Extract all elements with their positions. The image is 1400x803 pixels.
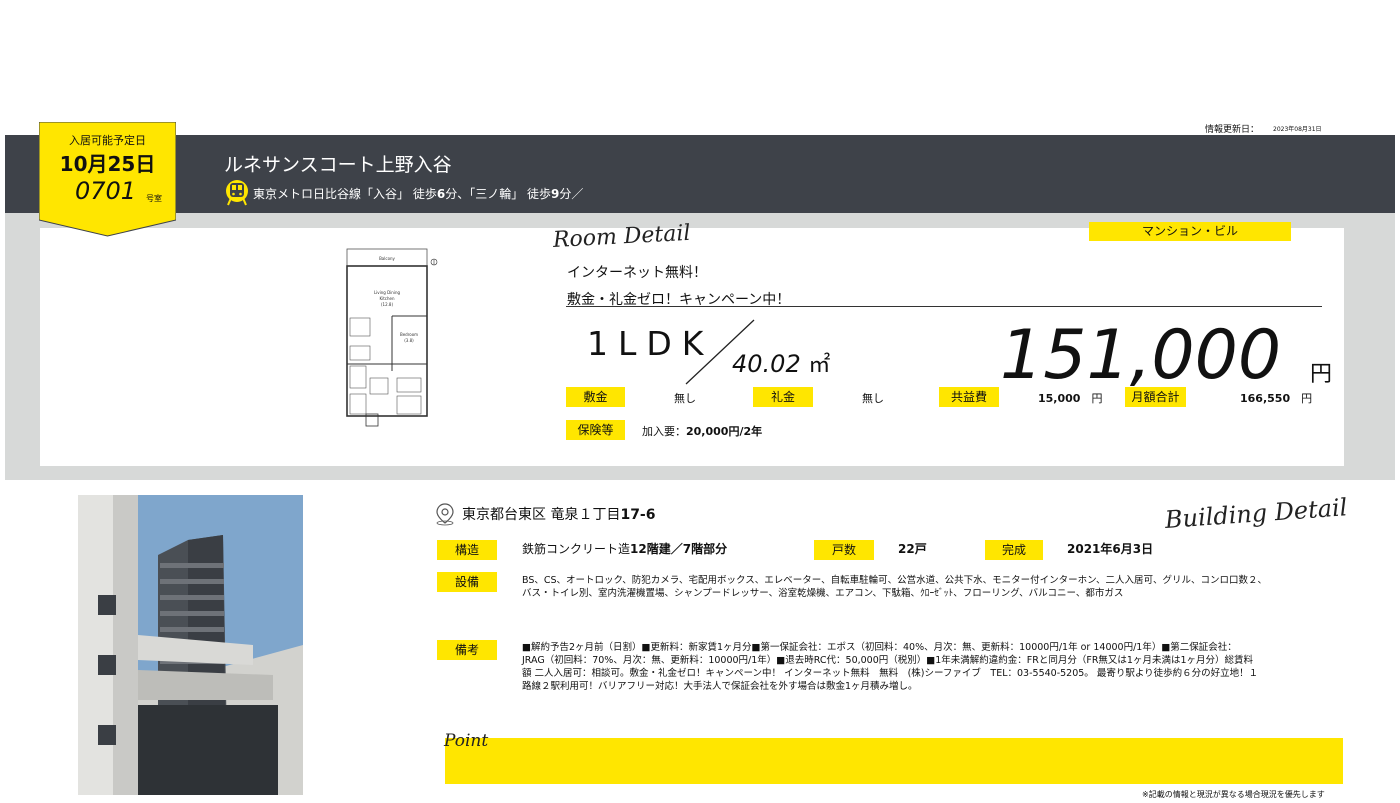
completed-label: 完成 [985, 540, 1043, 560]
point-bar [445, 738, 1343, 784]
building-address: 東京都台東区 竜泉１丁目17-6 [434, 502, 656, 526]
floorplan-bedroom-size: (3.8) [404, 338, 414, 343]
equipment-line-1: BS、CS、オートロック、防犯カメラ、宅配用ボックス、エレベーター、自転車駐輪可… [522, 575, 1268, 586]
floorplan-ldk-label: Living Dining [374, 290, 401, 295]
floorplan-kitchen-label: Kitchen [379, 296, 394, 301]
remarks-line-1: ■解約予告2ヶ月前（日割）■更新料：新家賃1ヶ月分■第一保証会社：エポス（初回料… [522, 642, 1237, 653]
maintenance-amount: 15,000 [1038, 392, 1081, 405]
key-money-label: 礼金 [753, 387, 813, 407]
equipment-line-2: バス・トイレ別、室内洗濯機置場、シャンプードレッサー、浴室乾燥機、エアコン、下駄… [522, 588, 1124, 599]
deposit-value: 無し [674, 392, 696, 405]
remarks-line-3: 額 二人入居可：相談可。敷金・礼金ゼロ！キャンペーン中！ インターネット無料 無… [522, 668, 1259, 679]
maintenance-value: 15,000 円 [1038, 390, 1102, 406]
area-unit: ㎡ [808, 353, 831, 378]
maintenance-label: 共益費 [939, 387, 999, 407]
info-update-label: 情報更新日： [1205, 125, 1260, 135]
insurance-amount: 20,000円/2年 [686, 425, 763, 438]
move-in-badge: 入居可能予定日 10月25日 0701 号室 [39, 122, 176, 237]
rent-unit: 円 [1310, 362, 1333, 387]
divider [566, 306, 1322, 307]
point-title: Point [444, 731, 489, 751]
property-name: ルネサンスコート上野入谷 [224, 154, 452, 176]
room-area: 40.02 ㎡ [732, 347, 830, 379]
address-prefix: 東京都台東区 竜泉１丁目 [462, 507, 621, 523]
structure-value: 鉄筋コンクリート造12階建／7階部分 [522, 543, 727, 556]
access-text-a: 東京メトロ日比谷線「入谷」 徒歩 [253, 186, 437, 201]
floorplan-image: Balcony Living Dining Kitchen (12.8) Bed… [346, 248, 438, 427]
property-type-tag: マンション・ビル [1089, 222, 1291, 241]
total-value: 166,550 円 [1240, 390, 1312, 406]
remarks-label: 備考 [437, 640, 497, 660]
remarks-line-4: 路線２駅利用可！バリアフリー対応！大手法人で保証会社を外す場合は敷金1ヶ月積み増… [522, 681, 918, 692]
structure-floors: 12階建／7階部分 [630, 542, 728, 556]
insurance-label: 保険等 [566, 420, 625, 440]
total-unit: 円 [1301, 392, 1313, 405]
move-in-date: 10月25日 [59, 152, 156, 176]
rent-amount: 151,000 [1000, 316, 1282, 395]
info-update: 情報更新日： 2023年08月31日 [1205, 122, 1322, 135]
units-value: 22戸 [898, 543, 927, 556]
address-number: 17-6 [620, 507, 656, 523]
units-count: 22戸 [898, 542, 927, 556]
remarks-text: ■解約予告2ヶ月前（日割）■更新料：新家賃1ヶ月分■第一保証会社：エポス（初回料… [522, 641, 1258, 693]
insurance-prefix: 加入要： [642, 425, 686, 438]
info-update-date: 2023年08月31日 [1273, 126, 1322, 133]
key-money-value: 無し [862, 392, 884, 405]
units-label: 戸数 [814, 540, 874, 560]
header-bar [5, 135, 1395, 213]
equipment-label: 設備 [437, 572, 497, 592]
train-icon [226, 180, 248, 206]
insurance-value: 加入要：20,000円/2年 [642, 423, 762, 439]
equipment-list: BS、CS、オートロック、防犯カメラ、宅配用ボックス、エレベーター、自転車駐輪可… [522, 574, 1267, 600]
room-number: 0701 [75, 177, 137, 205]
area-value: 40.02 [732, 350, 801, 378]
access-text-b: 分、「三ノ輪」 徒歩 [445, 186, 552, 201]
move-in-label: 入居可能予定日 [69, 134, 146, 147]
room-number-suffix: 号室 [146, 194, 162, 203]
building-photo-image [78, 495, 303, 795]
completed-value: 2021年6月3日 [1067, 543, 1153, 556]
remarks-line-2: JRAG（初回料：70%、月次：無、更新料：10000円/1年）■退去時RC代：… [522, 655, 1254, 666]
floorplan-balcony-label: Balcony [379, 256, 395, 261]
location-pin-icon [436, 503, 454, 526]
floorplan-bedroom-label: Bedroom [400, 332, 418, 337]
floorplan-ldk-size: (12.8) [381, 302, 393, 307]
building-detail-title: Building Detail [1164, 493, 1349, 534]
footnote: ※記載の情報と現況が異なる場合現況を優先します [1142, 790, 1325, 799]
structure-type: 鉄筋コンクリート造 [522, 542, 631, 556]
completed-date: 2021年6月3日 [1067, 542, 1154, 556]
maintenance-unit: 円 [1091, 392, 1103, 405]
access-minutes-a: 6 [436, 186, 446, 201]
access-text-c: 分／ [559, 186, 584, 201]
access-info: 東京メトロ日比谷線「入谷」 徒歩6分、「三ノ輪」 徒歩9分／ [226, 179, 583, 207]
deposit-label: 敷金 [566, 387, 625, 407]
structure-label: 構造 [437, 540, 497, 560]
building-photo [78, 495, 303, 795]
total-label: 月額合計 [1125, 387, 1186, 407]
feature-internet: インターネット無料！ [567, 265, 707, 281]
total-amount: 166,550 [1240, 392, 1291, 405]
